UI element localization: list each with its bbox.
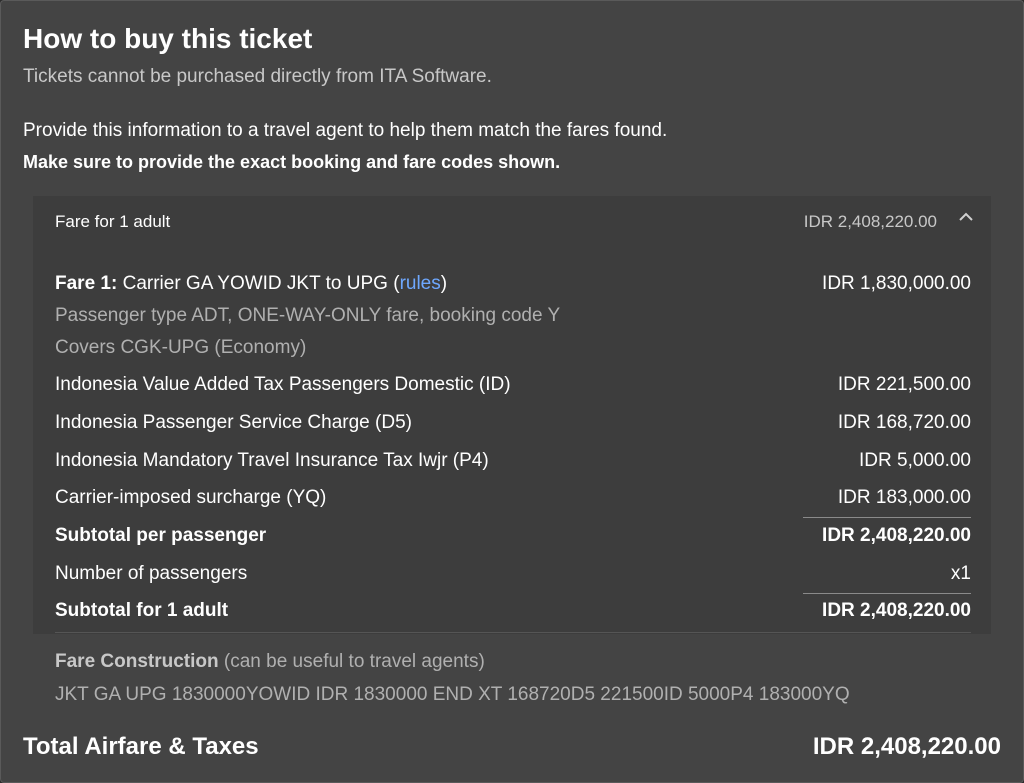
tax-amount: IDR 5,000.00 [859, 450, 971, 471]
tax-row: Indonesia Mandatory Travel Insurance Tax… [55, 450, 971, 480]
fare1-detail-row: Covers CGK-UPG (Economy) [55, 337, 971, 367]
rules-link[interactable]: rules [400, 273, 441, 294]
tax-row: Carrier-imposed surcharge (YQ) IDR 183,0… [55, 487, 971, 517]
fare1-amount: IDR 1,830,000.00 [822, 273, 971, 294]
tax-row: Indonesia Value Added Tax Passengers Dom… [55, 374, 971, 404]
fare-construction-label: Fare Construction (can be useful to trav… [55, 651, 485, 673]
fare1-row: Fare 1: Carrier GA YOWID JKT to UPG (rul… [55, 273, 971, 303]
total-label: Total Airfare & Taxes [23, 733, 259, 760]
subtotal-adult-amount: IDR 2,408,220.00 [822, 600, 971, 621]
total-amount: IDR 2,408,220.00 [812, 733, 1001, 760]
fare-construction-note: (can be useful to travel agents) [218, 651, 485, 672]
fare1-label: Fare 1: Carrier GA YOWID JKT to UPG (rul… [55, 273, 447, 295]
passengers-label: Number of passengers [55, 563, 248, 584]
divider [55, 632, 971, 633]
tax-label: Indonesia Passenger Service Charge (D5) [55, 412, 412, 433]
info-bold-text: Make sure to provide the exact booking a… [23, 152, 561, 172]
fare-construction-title: Fare Construction [55, 651, 219, 672]
tax-amount: IDR 168,720.00 [837, 412, 971, 433]
passengers-row: Number of passengers x1 [55, 563, 971, 593]
buy-ticket-dialog: How to buy this ticket Tickets cannot be… [0, 0, 1024, 783]
info-text: Provide this information to a travel age… [23, 120, 668, 141]
tax-label: Indonesia Value Added Tax Passengers Dom… [55, 374, 511, 395]
chevron-up-icon[interactable] [956, 207, 976, 227]
fare-header-amount[interactable]: IDR 2,408,220.00 [804, 212, 937, 232]
passengers-value: x1 [950, 563, 971, 584]
fare1-detail1: Passenger type ADT, ONE-WAY-ONLY fare, b… [55, 305, 561, 326]
divider [803, 517, 971, 518]
divider [803, 593, 971, 594]
fare-construction-value[interactable]: JKT GA UPG 1830000YOWID IDR 1830000 END … [55, 684, 850, 706]
fare1-detail2: Covers CGK-UPG (Economy) [55, 337, 307, 358]
subtotal-adult-label: Subtotal for 1 adult [55, 600, 229, 621]
fare-header-label[interactable]: Fare for 1 adult [55, 212, 170, 232]
subtotal-per-passenger-row: Subtotal per passenger IDR 2,408,220.00 [55, 525, 971, 555]
dialog-subtitle: Tickets cannot be purchased directly fro… [23, 66, 492, 87]
tax-row: Indonesia Passenger Service Charge (D5) … [55, 412, 971, 442]
dialog-title: How to buy this ticket [23, 23, 313, 54]
tax-amount: IDR 183,000.00 [837, 487, 971, 508]
tax-label: Indonesia Mandatory Travel Insurance Tax… [55, 450, 489, 471]
subtotal-per-passenger-label: Subtotal per passenger [55, 525, 267, 546]
subtotal-per-passenger-amount: IDR 2,408,220.00 [822, 525, 971, 546]
tax-amount: IDR 221,500.00 [837, 374, 971, 395]
fare1-detail-row: Passenger type ADT, ONE-WAY-ONLY fare, b… [55, 305, 971, 335]
fare1-prefix: Fare 1: [55, 273, 118, 294]
subtotal-adult-row: Subtotal for 1 adult IDR 2,408,220.00 [55, 600, 971, 630]
fare1-suffix: ) [440, 273, 448, 294]
fare1-carrier-text: Carrier GA YOWID JKT to UPG ( [117, 273, 400, 294]
tax-label: Carrier-imposed surcharge (YQ) [55, 487, 327, 508]
